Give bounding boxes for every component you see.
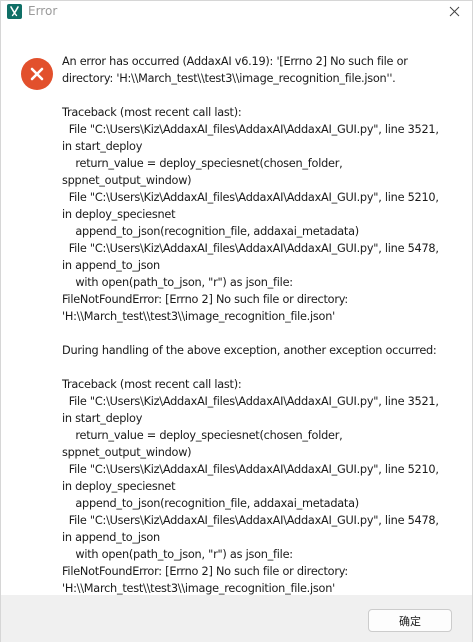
error-x-circle-icon xyxy=(21,58,53,90)
dialog-content: An error has occurred (AddaxAI v6.19): '… xyxy=(1,23,472,595)
message-line: During handling of the above exception, … xyxy=(62,344,437,357)
message-line: return_value = deploy_speciesnet(chosen_… xyxy=(62,157,343,170)
message-line: File "C:\Users\Kiz\AddaxAI_files\AddaxAI… xyxy=(62,395,439,408)
message-line: FileNotFoundError: [Errno 2] No such fil… xyxy=(62,293,348,306)
ok-button[interactable]: 确定 xyxy=(368,609,452,632)
title-bar: Error xyxy=(1,1,472,23)
message-line: append_to_json(recognition_file, addaxai… xyxy=(62,225,359,238)
message-line: 'H:\\March_test\\test3\\image_recognitio… xyxy=(62,582,335,595)
message-line: Traceback (most recent call last): xyxy=(62,106,242,119)
message-line: in start_deploy xyxy=(62,140,143,153)
addaxai-app-icon xyxy=(7,4,22,19)
close-icon xyxy=(449,6,460,17)
message-line: directory: 'H:\\March_test\\test3\\image… xyxy=(62,72,396,85)
message-line: with open(path_to_json, "r") as json_fil… xyxy=(62,548,293,561)
error-dialog: Error An error has occurred (AddaxAI v6.… xyxy=(0,0,473,642)
message-line: File "C:\Users\Kiz\AddaxAI_files\AddaxAI… xyxy=(62,123,439,136)
window-title: Error xyxy=(28,4,58,18)
message-line: in deploy_speciesnet xyxy=(62,480,176,493)
button-bar: 确定 xyxy=(1,595,472,642)
message-line: append_to_json(recognition_file, addaxai… xyxy=(62,497,359,510)
message-line: in start_deploy xyxy=(62,412,143,425)
message-line: in append_to_json xyxy=(62,259,160,272)
message-line: File "C:\Users\Kiz\AddaxAI_files\AddaxAI… xyxy=(62,191,439,204)
message-line: 'H:\\March_test\\test3\\image_recognitio… xyxy=(62,310,335,323)
message-line: File "C:\Users\Kiz\AddaxAI_files\AddaxAI… xyxy=(62,242,439,255)
message-line: in append_to_json xyxy=(62,531,160,544)
close-button[interactable] xyxy=(440,1,468,23)
message-line: File "C:\Users\Kiz\AddaxAI_files\AddaxAI… xyxy=(62,514,439,527)
message-line: sppnet_output_window) xyxy=(62,446,192,459)
message-line: FileNotFoundError: [Errno 2] No such fil… xyxy=(62,565,348,578)
message-line: return_value = deploy_speciesnet(chosen_… xyxy=(62,429,343,442)
message-line: in deploy_speciesnet xyxy=(62,208,176,221)
message-line: An error has occurred (AddaxAI v6.19): '… xyxy=(62,55,408,68)
message-line: sppnet_output_window) xyxy=(62,174,192,187)
message-line: with open(path_to_json, "r") as json_fil… xyxy=(62,276,293,289)
error-message: An error has occurred (AddaxAI v6.19): '… xyxy=(62,53,462,597)
message-line: Traceback (most recent call last): xyxy=(62,378,242,391)
message-line: File "C:\Users\Kiz\AddaxAI_files\AddaxAI… xyxy=(62,463,439,476)
